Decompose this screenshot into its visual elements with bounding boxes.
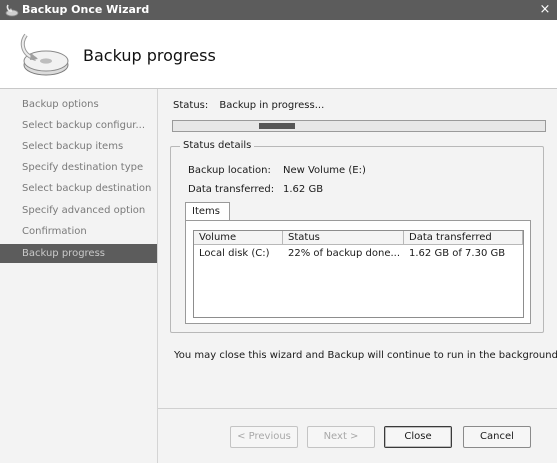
close-button[interactable]: Close — [384, 426, 452, 448]
nav-item-select-backup-configuration[interactable]: Select backup configur... — [0, 116, 157, 135]
close-window-icon[interactable]: × — [537, 1, 553, 19]
status-row: Status: Backup in progress... — [173, 100, 324, 111]
wizard-window: Backup Once Wizard × Backup progress Bac… — [0, 0, 557, 463]
page-title: Backup progress — [83, 46, 216, 65]
nav-item-select-backup-destination[interactable]: Select backup destination — [0, 179, 157, 198]
backup-disk-icon — [20, 33, 69, 76]
status-label: Status: — [173, 100, 209, 111]
backup-app-icon — [5, 4, 19, 17]
nav-item-select-backup-items[interactable]: Select backup items — [0, 137, 157, 156]
nav-item-specify-destination-type[interactable]: Specify destination type — [0, 158, 157, 177]
status-details-title: Status details — [180, 140, 255, 151]
nav-item-backup-progress[interactable]: Backup progress — [0, 244, 157, 263]
status-value: Backup in progress... — [219, 100, 325, 111]
background-note: You may close this wizard and Backup wil… — [174, 350, 557, 361]
cancel-button[interactable]: Cancel — [463, 426, 531, 448]
nav-item-backup-options[interactable]: Backup options — [0, 95, 157, 114]
column-header-status[interactable]: Status — [283, 231, 404, 245]
cell-status: 22% of backup done... — [288, 248, 401, 259]
data-transferred-value: 1.62 GB — [283, 184, 324, 195]
wizard-header: Backup progress — [0, 20, 557, 89]
previous-button[interactable]: < Previous — [230, 426, 298, 448]
cell-volume: Local disk (C:) — [199, 248, 270, 259]
title-bar[interactable]: Backup Once Wizard × — [0, 0, 557, 20]
cell-data-transferred: 1.62 GB of 7.30 GB — [409, 248, 506, 259]
data-transferred-label: Data transferred: — [188, 184, 275, 195]
items-tab-panel: Volume Status Data transferred Local dis… — [185, 220, 531, 324]
tab-items[interactable]: Items — [185, 202, 230, 221]
volumes-table: Volume Status Data transferred Local dis… — [193, 230, 524, 318]
backup-progress-bar — [172, 120, 546, 132]
wizard-steps-nav: Backup options Select backup configur...… — [0, 89, 158, 463]
backup-location-label: Backup location: — [188, 165, 271, 176]
nav-item-specify-advanced-option[interactable]: Specify advanced option — [0, 201, 157, 220]
wizard-content: Status: Backup in progress... Status det… — [158, 89, 557, 463]
next-button[interactable]: Next > — [307, 426, 375, 448]
column-header-data-transferred[interactable]: Data transferred — [404, 231, 523, 245]
window-title: Backup Once Wizard — [22, 3, 150, 16]
progress-marquee — [259, 123, 295, 129]
column-header-volume[interactable]: Volume — [194, 231, 283, 245]
backup-location-value: New Volume (E:) — [283, 165, 366, 176]
footer-divider — [158, 408, 557, 409]
nav-item-confirmation[interactable]: Confirmation — [0, 222, 157, 241]
